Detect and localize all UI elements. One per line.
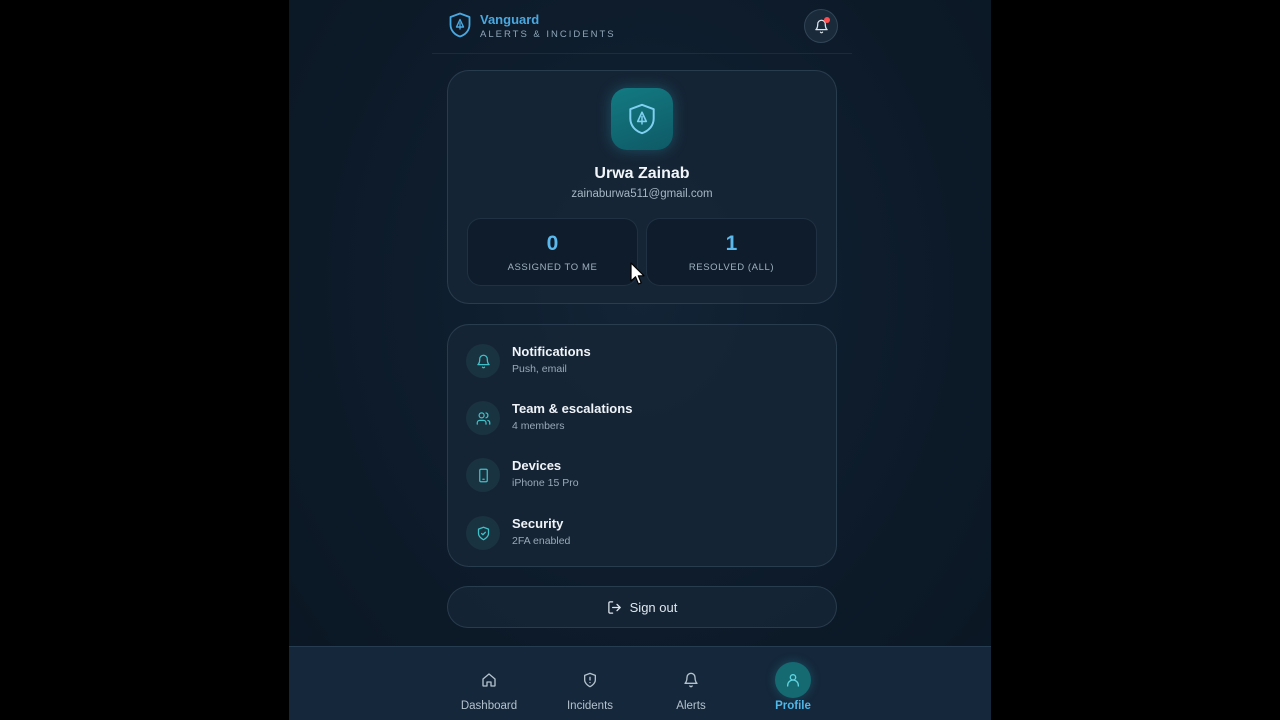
user-icon — [775, 662, 811, 698]
nav-dashboard[interactable]: Dashboard — [444, 647, 534, 720]
bell-icon — [466, 344, 500, 378]
stat-resolved-all[interactable]: 1 RESOLVED (ALL) — [646, 218, 817, 286]
shield-alert-icon — [572, 662, 608, 698]
setting-title: Notifications — [512, 344, 591, 359]
sign-out-button[interactable]: Sign out — [447, 586, 837, 628]
nav-incidents[interactable]: Incidents — [545, 647, 635, 720]
setting-security[interactable]: Security 2FA enabled — [466, 514, 820, 554]
shield-icon — [449, 12, 471, 38]
users-icon — [466, 401, 500, 435]
setting-title: Devices — [512, 458, 562, 473]
bell-icon — [673, 662, 709, 698]
setting-team-escalations[interactable]: Team & escalations 4 members — [466, 399, 820, 439]
sign-out-label: Sign out — [629, 599, 678, 615]
brand-name: Vanguard — [480, 12, 540, 27]
stat-value: 1 — [725, 232, 738, 255]
setting-subtitle: Push, email — [512, 363, 567, 375]
app-header: Vanguard ALERTS & INCIDENTS — [432, 0, 852, 54]
phone-icon — [466, 458, 500, 492]
setting-subtitle: iPhone 15 Pro — [512, 477, 579, 489]
setting-title: Team & escalations — [512, 401, 633, 416]
settings-list: Notifications Push, email Team & escalat… — [447, 324, 837, 567]
user-name: Urwa Zainab — [594, 165, 690, 182]
stat-value: 0 — [546, 232, 559, 255]
nav-label: Dashboard — [460, 700, 518, 712]
stat-label: ASSIGNED TO ME — [507, 262, 598, 273]
stat-assigned-to-me[interactable]: 0 ASSIGNED TO ME — [467, 218, 638, 286]
avatar — [611, 88, 673, 150]
unread-indicator — [824, 17, 830, 23]
setting-title: Security — [512, 516, 564, 531]
setting-subtitle: 4 members — [512, 420, 565, 432]
nav-label: Incidents — [566, 700, 614, 712]
home-icon — [471, 662, 507, 698]
nav-profile[interactable]: Profile — [748, 647, 838, 720]
shield-icon — [629, 103, 655, 135]
setting-notifications[interactable]: Notifications Push, email — [466, 342, 820, 382]
notifications-button[interactable] — [804, 9, 838, 43]
nav-alerts[interactable]: Alerts — [646, 647, 736, 720]
mouse-cursor-icon — [630, 262, 645, 285]
bottom-navigation: Dashboard Incidents Alerts Profile — [289, 646, 991, 720]
logout-icon — [607, 600, 621, 614]
shield-check-icon — [466, 516, 500, 550]
user-email: zainaburwa511@gmail.com — [571, 188, 713, 200]
stat-label: RESOLVED (ALL) — [688, 262, 775, 273]
nav-label: Profile — [775, 700, 811, 712]
app-screen: Vanguard ALERTS & INCIDENTS Urwa Zainab … — [289, 0, 991, 720]
brand-subtitle: ALERTS & INCIDENTS — [480, 29, 616, 40]
setting-subtitle: 2FA enabled — [512, 535, 571, 547]
nav-label: Alerts — [676, 700, 706, 712]
setting-devices[interactable]: Devices iPhone 15 Pro — [466, 456, 820, 496]
